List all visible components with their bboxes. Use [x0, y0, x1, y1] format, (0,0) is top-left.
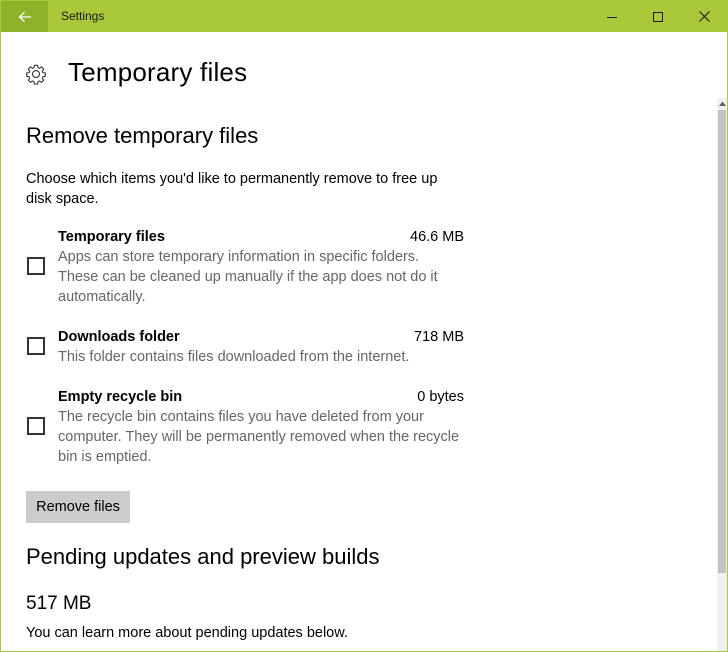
- minimize-icon: [607, 16, 617, 18]
- section-title-pending: Pending updates and preview builds: [26, 544, 380, 569]
- pending-description: You can learn more about pending updates…: [26, 625, 348, 641]
- window-title: Settings: [61, 9, 105, 23]
- remove-files-button[interactable]: Remove files: [26, 491, 130, 523]
- list-item-downloads-folder: Downloads folder 718 MB This folder cont…: [26, 327, 466, 367]
- list-item-empty-recycle-bin: Empty recycle bin 0 bytes The recycle bi…: [26, 387, 466, 467]
- scroll-up-button[interactable]: [717, 98, 727, 108]
- back-button[interactable]: [1, 1, 48, 32]
- maximize-icon: [653, 11, 663, 22]
- gear-icon: [26, 64, 46, 85]
- title-bar: Settings: [1, 1, 727, 32]
- scrollbar-thumb[interactable]: [718, 110, 726, 573]
- arrow-left-icon: [18, 11, 31, 22]
- section-description: Choose which items you'd like to permane…: [26, 171, 438, 207]
- close-button[interactable]: [681, 1, 727, 32]
- pending-size: 517 MB: [26, 593, 92, 614]
- page-header-icon-wrap: [25, 57, 47, 91]
- chevron-up-icon: [718, 101, 726, 106]
- item-name: Downloads folder: [58, 329, 180, 345]
- item-name: Empty recycle bin: [58, 389, 183, 405]
- item-description: The recycle bin contains files you have …: [58, 409, 460, 465]
- checkbox-temporary-files[interactable]: [27, 257, 45, 275]
- list-item-temporary-files: Temporary files 46.6 MB Apps can store t…: [26, 227, 466, 307]
- item-size: 46.6 MB: [410, 229, 464, 245]
- vertical-scrollbar[interactable]: [717, 98, 727, 651]
- section-title-remove: Remove temporary files: [26, 123, 259, 148]
- minimize-button[interactable]: [589, 1, 635, 32]
- item-description: Apps can store temporary information in …: [58, 249, 438, 305]
- item-size: 718 MB: [414, 329, 464, 345]
- item-name: Temporary files: [58, 229, 165, 245]
- item-size: 0 bytes: [417, 389, 464, 405]
- settings-window: Settings Temporary files Remove temporar…: [0, 0, 728, 652]
- item-description: This folder contains files downloaded fr…: [58, 349, 410, 365]
- checkbox-empty-recycle-bin[interactable]: [27, 417, 45, 435]
- checkbox-downloads-folder[interactable]: [27, 337, 45, 355]
- close-icon: [698, 11, 710, 22]
- page-title: Temporary files: [68, 57, 248, 87]
- maximize-button[interactable]: [635, 1, 681, 32]
